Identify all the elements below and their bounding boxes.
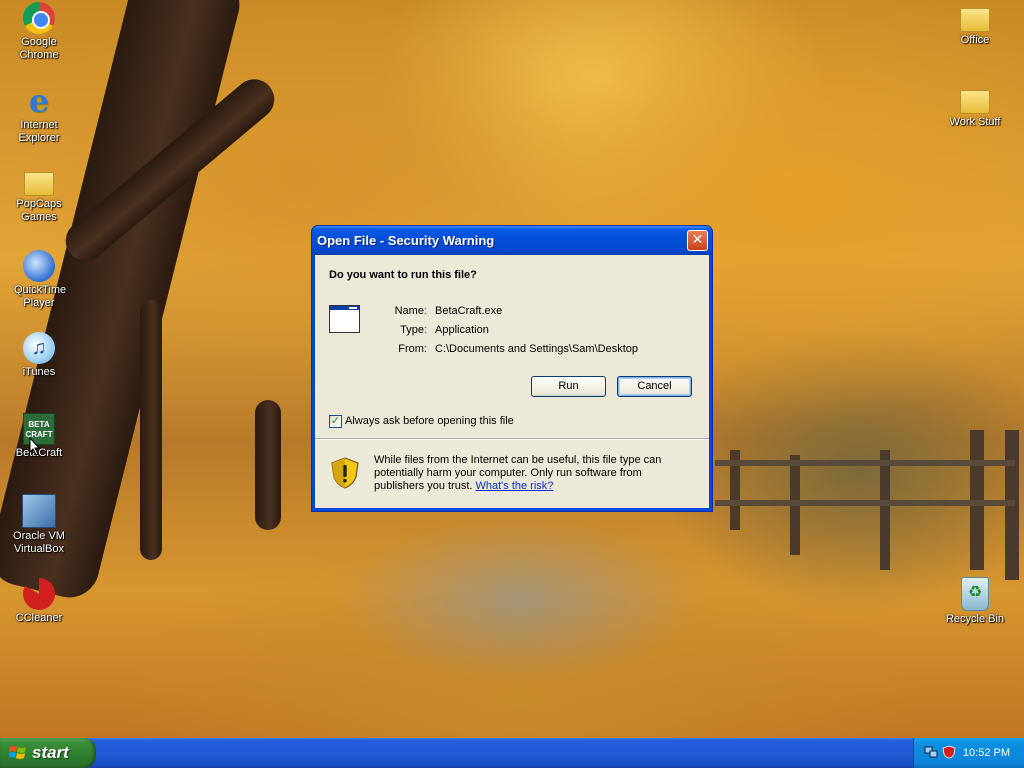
type-value: Application — [435, 324, 489, 336]
folder-icon — [960, 8, 990, 32]
dialog-title: Open File - Security Warning — [317, 233, 495, 248]
wallpaper-trunk-small — [140, 300, 162, 560]
dialog-question: Do you want to run this file? — [329, 269, 477, 281]
desktop-icon-label: Internet Explorer — [18, 119, 60, 144]
cancel-button[interactable]: Cancel — [617, 376, 692, 397]
from-label: From: — [398, 343, 427, 355]
run-button[interactable]: Run — [531, 376, 606, 397]
security-warning-dialog: Open File - Security Warning ✕ Do you wa… — [311, 225, 713, 512]
fence-rail — [715, 500, 1015, 506]
start-label: start — [32, 743, 69, 762]
desktop-icon-internet-explorer[interactable]: e Internet Explorer — [1, 85, 77, 145]
desktop-icon-label: Oracle VM VirtualBox — [13, 530, 65, 555]
info-panel: While files from the Internet can be use… — [315, 440, 709, 508]
network-icon[interactable] — [924, 745, 938, 759]
desktop-icon-label: Google Chrome — [19, 36, 59, 61]
dialog-titlebar[interactable]: Open File - Security Warning ✕ — [312, 226, 712, 255]
type-label: Type: — [400, 324, 427, 336]
itunes-icon: ♫ — [23, 332, 55, 364]
mouse-cursor-icon — [29, 437, 41, 456]
system-tray: 10:52 PM — [913, 738, 1024, 768]
always-ask-checkbox[interactable]: ✓ — [329, 415, 342, 428]
always-ask-label[interactable]: Always ask before opening this file — [345, 415, 514, 427]
desktop-icon-label: CCleaner — [15, 612, 63, 624]
desktop-icon-recycle-bin[interactable]: ♻ Recycle Bin — [937, 577, 1013, 626]
wallpaper-trunk-small — [255, 400, 281, 530]
desktop-icon-itunes[interactable]: ♫ iTunes — [1, 332, 77, 379]
folder-icon — [24, 172, 54, 196]
desktop-icon-popcaps-games[interactable]: PopCaps Games — [1, 166, 77, 224]
ccleaner-icon — [23, 578, 55, 610]
desktop-icon-oracle-vm-virtualbox[interactable]: Oracle VM VirtualBox — [1, 494, 77, 556]
desktop-icon-work-stuff[interactable]: Work Stuff — [937, 84, 1013, 129]
chrome-icon — [23, 2, 55, 34]
recycle-bin-icon: ♻ — [961, 577, 989, 611]
virtualbox-icon — [22, 494, 56, 528]
warning-shield-icon — [331, 457, 359, 489]
close-icon: ✕ — [691, 232, 704, 248]
clock[interactable]: 10:52 PM — [963, 747, 1010, 759]
desktop-icon-label: PopCaps Games — [16, 198, 62, 223]
desktop-icon-label: Office — [960, 34, 990, 46]
internet-explorer-icon: e — [28, 82, 50, 120]
security-alert-icon[interactable] — [942, 745, 956, 759]
dialog-body: Do you want to run this file? Name: Beta… — [315, 255, 709, 508]
desktop-icon-quicktime-player[interactable]: QuickTime Player — [1, 250, 77, 310]
fence-rail — [715, 460, 1015, 466]
name-label: Name: — [394, 305, 427, 317]
taskbar: start 10:52 PM — [0, 738, 1024, 768]
info-text: While files from the Internet can be use… — [374, 454, 694, 493]
desktop-icon-ccleaner[interactable]: CCleaner — [1, 578, 77, 625]
windows-flag-icon — [9, 746, 26, 759]
close-button[interactable]: ✕ — [687, 230, 708, 251]
desktop-icon-office[interactable]: Office — [937, 2, 1013, 47]
desktop-icon-label: Work Stuff — [949, 116, 1001, 128]
whats-the-risk-link[interactable]: What's the risk? — [476, 480, 554, 492]
fence-post — [880, 450, 890, 570]
name-value: BetaCraft.exe — [435, 305, 503, 317]
start-button[interactable]: start — [0, 738, 96, 768]
desktop-icon-label: QuickTime Player — [14, 284, 67, 309]
quicktime-icon — [23, 250, 55, 282]
desktop-icon-google-chrome[interactable]: Google Chrome — [1, 2, 77, 62]
desktop-icon-label: iTunes — [22, 366, 56, 378]
desktop-icon-label: Recycle Bin — [945, 613, 1005, 625]
application-file-icon — [329, 305, 360, 333]
from-value: C:\Documents and Settings\Sam\Desktop — [435, 343, 638, 355]
folder-icon — [960, 90, 990, 114]
